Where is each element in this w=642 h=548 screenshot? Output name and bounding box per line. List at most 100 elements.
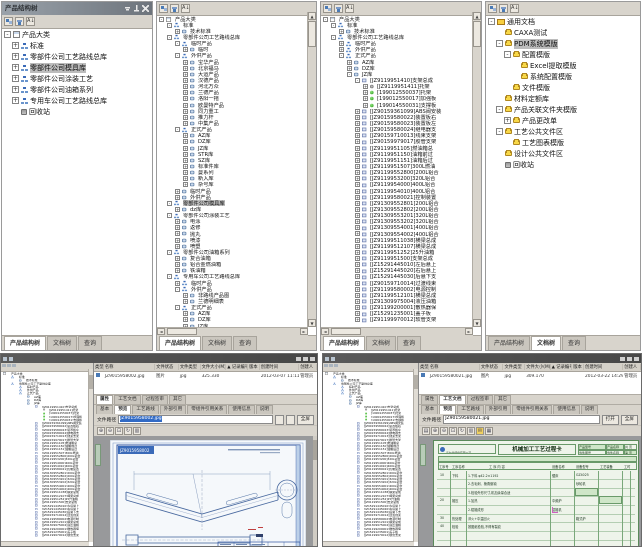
expander-icon[interactable]: + [347,60,352,65]
fit-page-icon[interactable]: ⊡ [449,427,457,435]
column-header[interactable]: 创建时间 [260,364,299,370]
column-header[interactable]: 类型 [419,364,429,370]
tree-item[interactable]: +[JZ91199970012]软管支架 [321,317,473,323]
expander-icon[interactable]: + [355,287,360,292]
expander-icon[interactable]: + [12,64,19,71]
expander-icon[interactable]: + [355,176,360,181]
expander-icon[interactable]: + [355,231,360,236]
tree-item[interactable]: -产品大类 [2,29,152,40]
expander-icon[interactable]: - [488,18,495,25]
expander-icon[interactable]: + [175,238,180,243]
expander-icon[interactable]: - [167,213,172,218]
expander-icon[interactable]: + [183,115,188,120]
column-header[interactable]: 文件大小(M) [525,364,551,370]
tab-4[interactable]: 零组件引用关系 [187,405,227,414]
expander-icon[interactable]: + [12,75,19,82]
panel3-vscrollbar[interactable]: ▲▼ [472,12,481,327]
mini-vscrollbar[interactable] [88,369,93,542]
close-icon[interactable] [310,357,315,361]
expander-icon[interactable]: + [355,201,360,206]
minimize-icon[interactable] [620,357,625,361]
close-icon[interactable] [142,5,149,12]
window-right-titlebar[interactable] [323,354,641,363]
zoom-in-icon[interactable]: ⊕ [431,427,439,435]
column-header[interactable]: 创建人 [623,364,641,370]
expander-icon[interactable]: + [355,281,360,286]
tree-item[interactable]: +零部件公司工艺路线总库 [2,51,152,62]
tree-item[interactable]: 材料定额库 [486,93,640,104]
tree-item[interactable]: 回收站 [486,159,640,170]
expander-icon[interactable]: + [183,78,188,83]
expander-icon[interactable]: + [183,60,188,65]
column-header[interactable]: 名称 [104,364,155,370]
expander-icon[interactable]: + [183,317,188,322]
tab-1[interactable]: 工艺文档 [439,395,465,404]
expander-icon[interactable]: + [175,219,180,224]
expander-icon[interactable]: + [12,97,19,104]
expander-icon[interactable]: + [355,268,360,273]
refresh-tree-icon[interactable] [15,17,24,26]
column-header[interactable]: 创建时间 [584,364,623,370]
expander-icon[interactable]: + [363,90,368,95]
tab-0[interactable]: 基本 [96,405,113,414]
column-header[interactable]: 文件大小(M) [201,364,227,370]
expander-icon[interactable]: - [331,23,336,28]
expander-icon[interactable]: + [175,256,180,261]
tree-item[interactable]: -通用文档 [486,16,640,27]
expander-icon[interactable]: + [347,66,352,71]
minimize-icon[interactable] [296,357,301,361]
expander-icon[interactable]: + [183,47,188,52]
expander-icon[interactable]: + [355,127,360,132]
tree-item[interactable]: 回收站 [2,106,152,117]
expander-icon[interactable]: + [339,41,344,46]
tree-item[interactable]: +零部件公司涂装工艺 [2,73,152,84]
maximize-icon[interactable] [303,357,308,361]
expander-icon[interactable]: - [355,78,360,83]
expander-icon[interactable]: + [355,299,360,304]
print-icon[interactable]: ▥ [467,427,475,435]
tab-6[interactable]: 说明 [256,405,273,414]
expander-icon[interactable]: - [347,72,352,77]
expander-icon[interactable]: - [167,201,172,206]
expander-icon[interactable]: + [504,117,511,124]
tab-2[interactable]: 过程签审 [142,395,168,404]
fullscreen-button[interactable]: 全屏 [297,415,314,425]
tab-2[interactable]: 工艺路线 [132,405,158,414]
mini-hscrollbar[interactable] [323,541,414,546]
refresh-tree-icon[interactable] [499,4,508,13]
tab-2[interactable]: 查询 [78,336,102,350]
preview-side-tab[interactable] [420,444,426,466]
expander-icon[interactable]: + [355,305,360,310]
expander-icon[interactable]: + [183,293,188,298]
window-left-titlebar[interactable] [1,354,317,363]
expander-icon[interactable]: + [355,256,360,261]
tree-item[interactable]: +零部件公司模具库 [2,62,152,73]
tab-0[interactable]: 产品结构树 [323,336,365,350]
chevron-down-icon[interactable] [124,5,131,12]
expander-icon[interactable]: + [183,176,188,181]
expander-icon[interactable]: + [183,72,188,77]
expander-icon[interactable]: + [12,42,19,49]
tree-item[interactable]: -产品关联文件夹模版 [486,104,640,115]
expander-icon[interactable]: + [175,281,180,286]
column-header[interactable]: 文件状态 [480,364,504,370]
tree-item[interactable]: +[JZ91199970012]软管支架 [323,534,418,537]
expander-icon[interactable]: + [183,299,188,304]
tree-item[interactable]: 系统配置模版 [486,71,640,82]
tab-1[interactable]: 预览 [439,405,456,414]
tab-5[interactable]: 使用信息 [228,405,254,414]
sort-icon[interactable]: A↓ [345,4,354,13]
tab-3[interactable]: 外部引用 [485,405,511,414]
expander-icon[interactable]: + [355,225,360,230]
expander-icon[interactable]: + [12,53,19,60]
expander-icon[interactable]: + [175,244,180,249]
expander-icon[interactable]: + [183,158,188,163]
expander-icon[interactable]: + [355,213,360,218]
expander-icon[interactable]: + [175,231,180,236]
tab-0[interactable]: 产品结构树 [159,336,201,350]
expander-icon[interactable]: + [363,84,368,89]
collapse-tree-icon[interactable] [4,17,13,26]
panel2-vscrollbar[interactable]: ▲▼ [307,12,316,327]
expander-icon[interactable]: + [355,238,360,243]
expander-icon[interactable]: - [331,35,336,40]
